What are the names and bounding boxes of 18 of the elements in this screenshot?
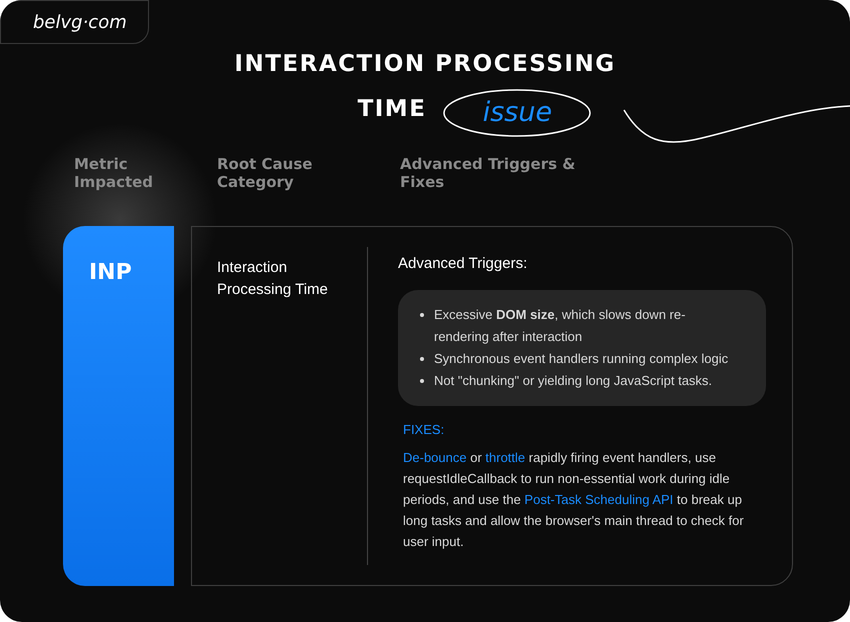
column-header: Advanced Triggers & Fixes [400,155,576,191]
bullet-icon [420,356,424,360]
trigger-item: Synchronous event handlers running complex logic [434,350,728,368]
title: TIME [358,95,426,124]
triggers-heading: Advanced Triggers: [398,254,528,274]
metric-bar: INP [63,226,174,586]
bullet-icon [420,378,424,382]
fixes-paragraph: De-bounce or throttle rapidly firing event handlers, use requestIdleCallback to run non-essential work during idle periods, and use the Post-Task Scheduling API to break up long tasks and allow the browser's main thread to check for user input. [403,449,745,551]
trigger-item: Not "chunking" or yielding long JavaScript tasks. [434,372,712,390]
bullet-icon [420,312,424,316]
logo-badge: belvg·com [0,0,149,44]
title: INTERACTION PROCESSING [234,50,616,79]
column-header: Root Cause Category [217,155,314,191]
issue-tag: issue [442,87,592,139]
category-text: Interaction Processing Time [217,258,329,300]
trigger-item: Excessive DOM size, which slows down re-rendering after interaction [434,306,686,346]
column-header: Metric Impacted [74,155,154,191]
fixes-heading: FIXES: [403,420,446,438]
